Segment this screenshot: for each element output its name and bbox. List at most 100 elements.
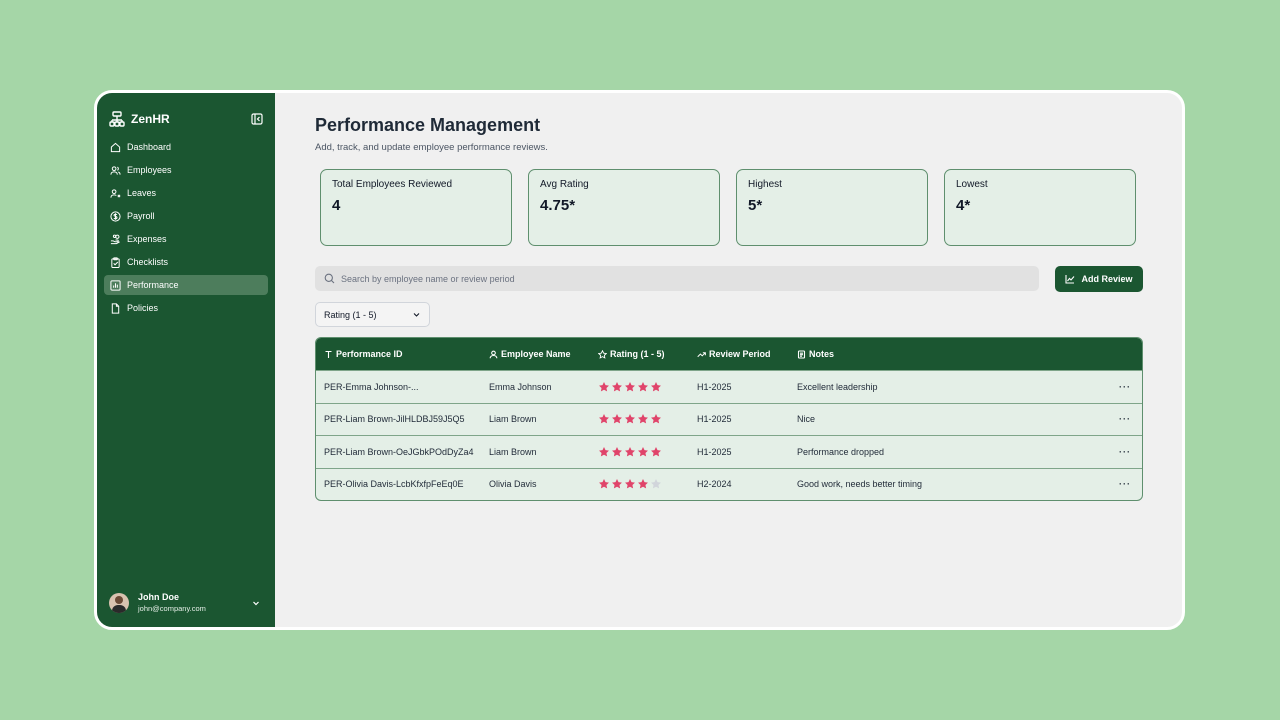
page-title: Performance Management — [315, 115, 541, 135]
chevron-down-icon — [413, 313, 420, 317]
sidebar-item-label: Payroll — [127, 211, 155, 221]
row-actions-button[interactable]: ··· — [1108, 479, 1142, 489]
star-filled-icon — [625, 479, 635, 489]
star-filled-icon — [612, 479, 622, 489]
stat-value: 4* — [956, 197, 971, 214]
stat-card-avg-rating: Avg Rating 4.75* — [528, 169, 720, 246]
clipboard-check-icon — [111, 256, 120, 268]
trending-up-icon — [697, 351, 706, 357]
app-window: ZenHR Dashboard Employees Leaves Payroll — [94, 90, 1185, 630]
text-icon — [325, 350, 332, 358]
star-filled-icon — [612, 446, 622, 457]
star-filled-icon — [612, 381, 622, 392]
avatar — [109, 592, 129, 613]
add-review-button[interactable]: Add Review — [1055, 266, 1143, 292]
table-row[interactable]: PER-Liam Brown-OeJGbkPOdDyZa4 Liam Brown… — [316, 435, 1142, 468]
cell-review-period: H1-2025 — [697, 446, 732, 457]
cell-employee-name: Liam Brown — [489, 446, 537, 457]
column-header-label: Review Period — [709, 349, 771, 359]
rating-stars — [598, 478, 697, 490]
cell-notes: Good work, needs better timing — [797, 479, 923, 490]
table-row[interactable]: PER-Olivia Davis-LcbKfxfpFeEq0E Olivia D… — [316, 467, 1142, 501]
row-actions-button[interactable]: ··· — [1108, 414, 1142, 424]
sidebar-item-expenses[interactable]: Expenses — [104, 229, 268, 249]
brand: ZenHR — [97, 93, 275, 131]
sidebar-item-checklists[interactable]: Checklists — [104, 252, 268, 272]
rating-stars — [598, 446, 697, 458]
cell-employee-name: Olivia Davis — [489, 479, 537, 490]
column-header-employee-name[interactable]: Employee Name — [489, 349, 598, 359]
sidebar-item-policies[interactable]: Policies — [104, 298, 268, 318]
cell-employee-name: Liam Brown — [489, 414, 537, 425]
file-icon — [111, 302, 120, 314]
cell-notes: Excellent leadership — [797, 381, 878, 392]
users-icon — [110, 165, 121, 175]
sidebar-item-label: Checklists — [127, 257, 169, 267]
star-empty-icon — [651, 479, 661, 489]
row-actions-button[interactable]: ··· — [1108, 447, 1142, 457]
cell-rating — [598, 381, 697, 393]
column-header-label: Notes — [809, 349, 835, 359]
star-filled-icon — [638, 381, 648, 392]
star-filled-icon — [612, 414, 622, 424]
star-icon — [598, 349, 607, 359]
org-chart-icon — [109, 111, 125, 127]
user-email: john@company.com — [138, 604, 206, 613]
cell-notes: Performance dropped — [797, 446, 885, 457]
cell-notes: Nice — [797, 414, 816, 425]
line-chart-icon — [1065, 275, 1075, 284]
column-header-rating[interactable]: Rating (1 - 5) — [598, 349, 697, 359]
column-header-review-period[interactable]: Review Period — [697, 349, 797, 359]
cell-performance-id: PER-Liam Brown-OeJGbkPOdDyZa4 — [324, 446, 474, 457]
star-filled-icon — [599, 479, 609, 489]
search-bar — [315, 266, 1039, 291]
cell-employee-name: Emma Johnson — [489, 381, 552, 392]
column-header-performance-id[interactable]: Performance ID — [316, 349, 489, 359]
star-filled-icon — [599, 414, 609, 424]
column-header-label: Performance ID — [336, 349, 403, 359]
cell-review-period: H1-2025 — [697, 414, 732, 425]
stat-value: 4 — [332, 197, 341, 214]
star-filled-icon — [638, 414, 648, 424]
table-row[interactable]: PER-Liam Brown-JilHLDBJ59J5Q5 Liam Brown… — [316, 402, 1142, 436]
user-profile[interactable]: John Doe john@company.com — [109, 592, 261, 613]
cell-performance-id: PER-Emma Johnson-... — [324, 381, 419, 392]
rating-filter-label: Rating (1 - 5) — [324, 309, 377, 320]
dollar-icon — [110, 210, 121, 222]
bar-chart-icon — [110, 279, 121, 291]
hand-coins-icon — [110, 234, 120, 244]
user-x-icon — [110, 188, 121, 198]
stat-value: 4.75* — [540, 197, 576, 214]
stats-cards: Total Employees Reviewed 4 Avg Rating 4.… — [320, 169, 1136, 246]
sidebar-collapse-icon[interactable] — [251, 113, 263, 125]
stat-card-total-reviewed: Total Employees Reviewed 4 — [320, 169, 512, 246]
table-row[interactable]: PER-Emma Johnson-... Emma Johnson H1-202… — [316, 370, 1142, 403]
chevron-down-icon[interactable] — [251, 598, 261, 608]
sidebar-item-payroll[interactable]: Payroll — [104, 206, 268, 226]
sidebar-item-performance[interactable]: Performance — [104, 275, 268, 295]
column-header-label: Employee Name — [501, 349, 571, 359]
sidebar-nav: Dashboard Employees Leaves Payroll Expen… — [97, 137, 275, 318]
rating-filter-select[interactable]: Rating (1 - 5) — [315, 302, 430, 327]
sidebar-item-dashboard[interactable]: Dashboard — [104, 137, 268, 157]
stat-label: Lowest — [956, 179, 988, 190]
cell-rating — [598, 413, 697, 425]
star-filled-icon — [599, 446, 609, 457]
main-content: Performance Management Add, track, and u… — [275, 93, 1182, 627]
column-header-notes[interactable]: Notes — [797, 349, 1108, 359]
home-icon — [110, 142, 121, 152]
user-icon — [489, 350, 498, 358]
app-name: ZenHR — [131, 112, 170, 126]
user-name: John Doe — [138, 592, 180, 602]
star-filled-icon — [651, 414, 661, 424]
search-input[interactable] — [341, 273, 1030, 284]
cell-rating — [598, 446, 697, 458]
row-actions-button[interactable]: ··· — [1108, 382, 1142, 392]
performance-table: Performance ID Employee Name Rating (1 -… — [315, 337, 1143, 501]
star-filled-icon — [638, 479, 648, 489]
star-filled-icon — [651, 446, 661, 457]
sidebar-item-leaves[interactable]: Leaves — [104, 183, 268, 203]
search-icon — [324, 273, 335, 284]
sidebar-item-employees[interactable]: Employees — [104, 160, 268, 180]
sidebar-item-label: Policies — [127, 303, 159, 313]
